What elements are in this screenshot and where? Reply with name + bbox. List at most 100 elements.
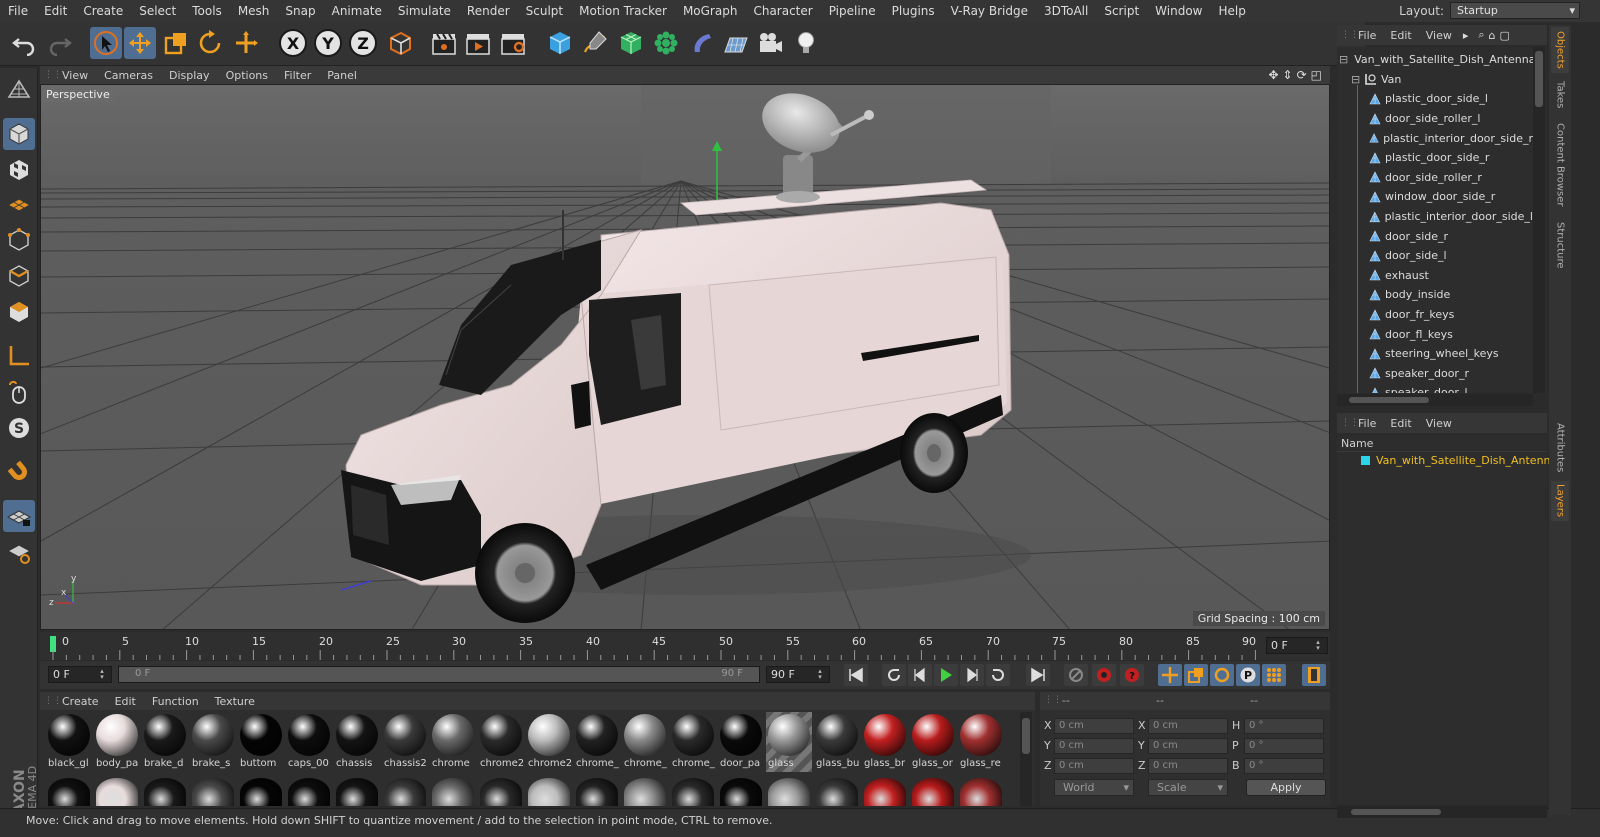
tree-row-van[interactable]: ⊟ Van — [1337, 70, 1533, 90]
menu-motion-tracker[interactable]: Motion Tracker — [571, 4, 675, 18]
layer-column-header[interactable]: Name — [1337, 436, 1547, 452]
chevron-right-icon[interactable]: ▸ — [1463, 29, 1469, 42]
material-preview-ball[interactable] — [624, 778, 666, 806]
material-preview-ball[interactable] — [288, 778, 330, 806]
layer-horizontal-scrollbar[interactable] — [1337, 806, 1547, 818]
next-frame-button[interactable] — [960, 664, 984, 686]
workplane-mode-button[interactable] — [3, 188, 35, 220]
tree-row-object[interactable]: plastic_door_side_r — [1337, 148, 1533, 168]
menu-pipeline[interactable]: Pipeline — [821, 4, 884, 18]
material-preview-ball[interactable] — [960, 778, 1002, 806]
tree-row-object[interactable]: plastic_interior_door_side_r — [1337, 128, 1533, 148]
menu-animate[interactable]: Animate — [324, 4, 390, 18]
add-spline-button[interactable] — [579, 27, 611, 59]
material-menu-edit[interactable]: Edit — [107, 695, 144, 708]
render-view-button[interactable] — [428, 27, 460, 59]
tree-row-object[interactable]: window_door_side_r — [1337, 187, 1533, 207]
size-mode-dropdown[interactable]: Scale — [1148, 779, 1228, 796]
menu-file[interactable]: File — [0, 4, 36, 18]
material-preview-ball[interactable] — [240, 778, 282, 806]
viewport-menu-display[interactable]: Display — [161, 69, 218, 82]
material-menu-create[interactable]: Create — [54, 695, 107, 708]
layout-dropdown[interactable]: Startup — [1450, 2, 1580, 19]
tab-attributes[interactable]: Attributes — [1551, 417, 1569, 479]
current-frame-field[interactable]: 0 F — [1266, 637, 1328, 654]
material-swatch[interactable]: chassis2 — [382, 712, 428, 772]
previous-frame-button[interactable] — [908, 664, 932, 686]
polygons-mode-button[interactable] — [3, 296, 35, 328]
position-y-field[interactable]: 0 cm — [1054, 738, 1134, 754]
viewport-menu-view[interactable]: View — [54, 69, 96, 82]
tree-row-object[interactable]: door_side_l — [1337, 246, 1533, 266]
position-z-field[interactable]: 0 cm — [1054, 758, 1134, 774]
material-preview-ball[interactable] — [768, 778, 810, 806]
playhead[interactable] — [50, 636, 56, 652]
coordinate-space-dropdown[interactable]: World — [1054, 779, 1134, 796]
end-frame-field[interactable]: 90 F — [766, 666, 830, 683]
material-preview-ball[interactable] — [336, 778, 378, 806]
material-preview-ball[interactable] — [192, 778, 234, 806]
auto-keying-button[interactable] — [1092, 664, 1116, 686]
dolly-icon[interactable]: ⇕ — [1283, 68, 1293, 82]
move-tool-button[interactable] — [124, 27, 156, 59]
menu-window[interactable]: Window — [1147, 4, 1210, 18]
go-to-end-button[interactable] — [1026, 664, 1050, 686]
add-deformer-button[interactable] — [686, 27, 718, 59]
go-to-start-button[interactable] — [844, 664, 868, 686]
menu-select[interactable]: Select — [131, 4, 184, 18]
material-preview-ball[interactable] — [96, 778, 138, 806]
material-scrollbar[interactable] — [1020, 712, 1032, 806]
material-swatch[interactable]: chrome_ — [622, 712, 668, 772]
material-preview-ball[interactable] — [48, 778, 90, 806]
bookmark-icon[interactable]: ▢ — [1500, 29, 1510, 42]
tree-row-object[interactable]: speaker_door_l — [1337, 383, 1533, 393]
material-preview-ball[interactable] — [864, 778, 906, 806]
recent-tools-button[interactable] — [230, 27, 262, 59]
material-swatch[interactable]: chrome2 — [478, 712, 524, 772]
snapping-button[interactable] — [3, 456, 35, 488]
play-button[interactable] — [934, 664, 958, 686]
menu-edit[interactable]: Edit — [36, 4, 75, 18]
texture-mode-button[interactable] — [3, 154, 35, 186]
key-scale-button[interactable] — [1184, 664, 1208, 686]
size-z-field[interactable]: 0 cm — [1148, 758, 1228, 774]
render-settings-button[interactable] — [497, 27, 529, 59]
objects-menu-edit[interactable]: Edit — [1383, 29, 1418, 42]
viewport-menu-options[interactable]: Options — [218, 69, 276, 82]
add-cube-button[interactable] — [544, 27, 576, 59]
material-swatch[interactable]: chrome_ — [574, 712, 620, 772]
tree-row-object[interactable]: door_side_roller_l — [1337, 109, 1533, 129]
material-swatch[interactable]: glass_re — [958, 712, 1004, 772]
home-icon[interactable]: ⌂ — [1489, 29, 1496, 42]
material-preview-ball[interactable] — [576, 778, 618, 806]
tree-row-object[interactable]: door_fr_keys — [1337, 305, 1533, 325]
objects-menu-file[interactable]: File — [1351, 29, 1383, 42]
planar-workplane-button[interactable] — [3, 536, 35, 568]
orbit-icon[interactable]: ⟳ — [1297, 68, 1307, 82]
material-swatch[interactable]: chrome2 — [526, 712, 572, 772]
menu-vray-bridge[interactable]: V-Ray Bridge — [943, 4, 1036, 18]
menu-character[interactable]: Character — [745, 4, 820, 18]
material-swatch[interactable]: chassis — [334, 712, 380, 772]
axis-mode-button[interactable] — [3, 340, 35, 372]
size-y-field[interactable]: 0 cm — [1148, 738, 1228, 754]
record-keys-button[interactable] — [1064, 664, 1088, 686]
timeline-window-button[interactable] — [1302, 664, 1326, 686]
toggle-view-icon[interactable]: ◰ — [1311, 68, 1322, 82]
z-axis-lock-button[interactable]: Z — [349, 29, 377, 57]
tree-row-object[interactable]: exhaust — [1337, 266, 1533, 286]
pan-icon[interactable]: ✥ — [1268, 68, 1278, 82]
start-frame-field[interactable]: 0 F — [48, 666, 112, 683]
size-x-field[interactable]: 0 cm — [1148, 718, 1228, 734]
tree-row-root[interactable]: ⊟ Van_with_Satellite_Dish_Antenna — [1337, 50, 1533, 70]
material-swatch[interactable]: door_pa — [718, 712, 764, 772]
viewport-menu-filter[interactable]: Filter — [276, 69, 319, 82]
collapse-icon[interactable]: ⊟ — [1351, 73, 1363, 86]
material-swatch[interactable]: body_pa — [94, 712, 140, 772]
add-light-button[interactable] — [790, 27, 822, 59]
material-preview-ball[interactable] — [672, 778, 714, 806]
tree-row-object[interactable]: body_inside — [1337, 285, 1533, 305]
search-icon[interactable]: ⌕ — [1478, 28, 1484, 42]
undo-button[interactable] — [8, 27, 40, 59]
scale-tool-button[interactable] — [160, 27, 192, 59]
